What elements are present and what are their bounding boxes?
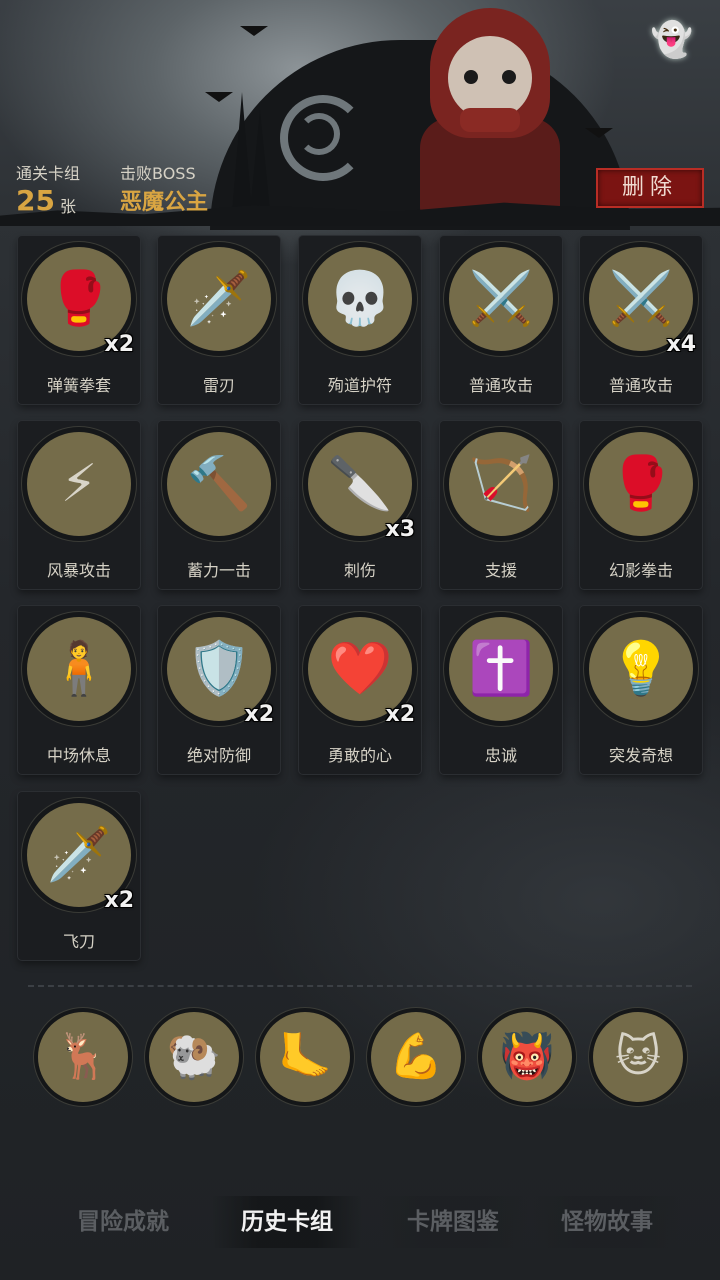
card-name: 突发奇想: [608, 746, 673, 765]
card-art-icon: 🔨: [167, 432, 271, 536]
boss-portrait-row: 🦌 🐏 🦶 💪 👹 🐱: [0, 1012, 720, 1108]
giant-boss-portrait-icon[interactable]: 🦶: [260, 1012, 350, 1102]
arm-boss-portrait-icon[interactable]: 💪: [371, 1012, 461, 1102]
card-name: 蓄力一击: [186, 561, 251, 580]
skull-boss-portrait-icon[interactable]: 🐏: [149, 1012, 239, 1102]
card-count: x3: [385, 517, 416, 542]
card-name: 普通攻击: [608, 376, 673, 395]
card-item[interactable]: 🔪 x3 刺伤: [299, 421, 421, 589]
card-art-icon: 🏹: [449, 432, 553, 536]
card-name: 中场休息: [46, 746, 111, 765]
card-item[interactable]: 🏹 支援: [440, 421, 562, 589]
card-art-icon: ⚔️: [449, 247, 553, 351]
card-item[interactable]: 💀 殉道护符: [299, 236, 421, 404]
card-name: 绝对防御: [186, 746, 251, 765]
demon-boss-portrait-icon[interactable]: 👹: [482, 1012, 572, 1102]
tab-monster-stories[interactable]: 怪物故事: [532, 1196, 682, 1248]
card-name: 支援: [484, 561, 517, 580]
card-item[interactable]: 🛡️ x2 绝对防御: [158, 606, 280, 774]
tab-card-compendium[interactable]: 卡牌图鉴: [378, 1196, 528, 1248]
card-art-icon: ✝️: [449, 617, 553, 721]
deer-boss-portrait-icon[interactable]: 🦌: [38, 1012, 128, 1102]
card-item[interactable]: ⚔️ x4 普通攻击: [580, 236, 702, 404]
card-item[interactable]: 💡 突发奇想: [580, 606, 702, 774]
card-art-icon: 🗡️: [167, 247, 271, 351]
card-count: x2: [385, 702, 416, 727]
bottom-tab-bar: 冒险成就 历史卡组 卡牌图鉴 怪物故事: [0, 1196, 720, 1252]
card-name: 雷刃: [202, 376, 235, 395]
card-item[interactable]: ✝️ 忠诚: [440, 606, 562, 774]
card-art-icon: 💡: [589, 617, 693, 721]
deck-card-grid: 🥊 x2 弹簧拳套 🗡️ 雷刃 💀 殉道护符 ⚔️ 普通攻击 ⚔️ x4 普通攻…: [0, 0, 720, 980]
card-item[interactable]: ⚔️ 普通攻击: [440, 236, 562, 404]
tab-history-decks[interactable]: 历史卡组: [212, 1196, 362, 1248]
card-name: 弹簧拳套: [46, 376, 111, 395]
card-count: x2: [244, 702, 275, 727]
card-name: 普通攻击: [468, 376, 533, 395]
card-art-icon: 🥊: [589, 432, 693, 536]
section-divider: [28, 985, 692, 987]
card-item[interactable]: 🥊 幻影拳击: [580, 421, 702, 589]
card-item[interactable]: 🗡️ x2 飞刀: [18, 792, 140, 960]
card-name: 殉道护符: [327, 376, 392, 395]
card-item[interactable]: 🥊 x2 弹簧拳套: [18, 236, 140, 404]
card-item[interactable]: ⚡ 风暴攻击: [18, 421, 140, 589]
card-item[interactable]: 🔨 蓄力一击: [158, 421, 280, 589]
card-name: 刺伤: [343, 561, 376, 580]
card-item[interactable]: 🗡️ 雷刃: [158, 236, 280, 404]
card-name: 幻影拳击: [608, 561, 673, 580]
card-item[interactable]: 🧍 中场休息: [18, 606, 140, 774]
card-item[interactable]: ❤️ x2 勇敢的心: [299, 606, 421, 774]
card-art-icon: ⚡: [27, 432, 131, 536]
card-name: 勇敢的心: [327, 746, 392, 765]
card-count: x2: [104, 332, 135, 357]
cat-boss-portrait-icon[interactable]: 🐱: [593, 1012, 683, 1102]
card-name: 忠诚: [484, 746, 517, 765]
card-name: 风暴攻击: [46, 561, 111, 580]
card-name: 飞刀: [62, 932, 95, 951]
card-art-icon: 💀: [308, 247, 412, 351]
card-count: x2: [104, 888, 135, 913]
card-count: x4: [666, 332, 697, 357]
tab-adventure-achievements[interactable]: 冒险成就: [48, 1196, 198, 1248]
card-art-icon: 🧍: [27, 617, 131, 721]
